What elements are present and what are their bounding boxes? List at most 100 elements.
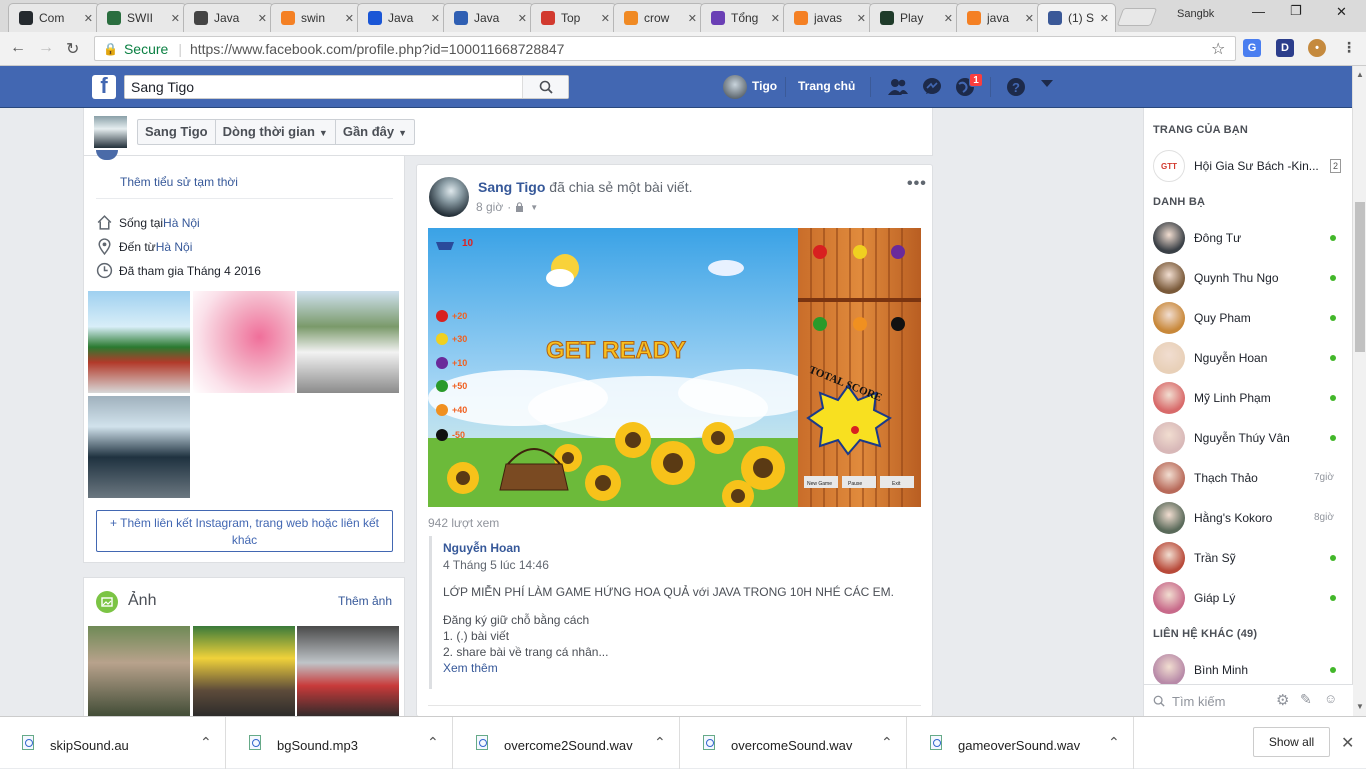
contact-item[interactable]: Mỹ Linh Phạm — [1144, 378, 1353, 418]
fb-search-input[interactable] — [125, 76, 520, 98]
add-instagram-link-button[interactable]: + Thêm liên kết Instagram, trang web hoặ… — [96, 510, 393, 552]
contact-item[interactable]: Thạch Thảo 7giờ — [1144, 458, 1353, 498]
browser-tab[interactable]: Com ✕ — [8, 3, 100, 32]
close-tab-icon[interactable]: ✕ — [171, 12, 180, 25]
close-tab-icon[interactable]: ✕ — [258, 12, 267, 25]
bookmark-star-icon[interactable]: ☆ — [1211, 39, 1225, 59]
close-window-button[interactable]: ✕ — [1336, 4, 1347, 20]
browser-tab[interactable]: Java ✕ — [443, 3, 534, 32]
profile-thumbnail[interactable] — [94, 116, 127, 148]
browser-profile-name[interactable]: Sangbk — [1177, 8, 1214, 20]
chevron-up-icon[interactable]: ⌃ — [881, 734, 893, 751]
browser-tab[interactable]: java ✕ — [956, 3, 1041, 32]
photo-thumb-3[interactable] — [297, 626, 399, 718]
featured-photo-campus[interactable] — [88, 291, 190, 393]
friend-requests-icon[interactable] — [887, 77, 909, 97]
close-tab-icon[interactable]: ✕ — [431, 12, 440, 25]
photo-thumb-2[interactable] — [193, 626, 295, 718]
contact-item[interactable]: Nguyễn Hoan — [1144, 338, 1353, 378]
facebook-logo-icon[interactable]: f — [92, 73, 116, 99]
featured-photo-friends[interactable] — [88, 396, 190, 498]
post-author-avatar[interactable] — [429, 177, 469, 217]
account-menu-icon[interactable] — [1041, 80, 1053, 87]
help-icon[interactable]: ? — [1005, 77, 1027, 97]
featured-photo-roses[interactable] — [193, 291, 295, 393]
close-icon[interactable]: ✕ — [1341, 733, 1354, 753]
new-tab-button[interactable] — [1116, 8, 1158, 26]
contact-item[interactable]: Quynh Thu Ngo — [1144, 258, 1353, 298]
recent-button[interactable]: Gần đây ▼ — [336, 120, 414, 144]
page-scrollbar[interactable]: ▲ ▼ — [1352, 66, 1366, 716]
close-tab-icon[interactable]: ✕ — [857, 12, 866, 25]
chevron-up-icon[interactable]: ⌃ — [1108, 734, 1120, 751]
add-photos-link[interactable]: Thêm ảnh — [338, 594, 392, 608]
download-item[interactable]: overcome2Sound.wav ⌃ — [454, 717, 680, 769]
post-timestamp[interactable]: 8 giờ — [476, 200, 503, 214]
maximize-button[interactable]: ❐ — [1290, 3, 1302, 19]
chevron-down-icon[interactable]: ▼ — [530, 203, 538, 212]
browser-tab[interactable]: crow ✕ — [613, 3, 704, 32]
avatar[interactable] — [723, 75, 747, 99]
featured-photo-group-ceremony[interactable] — [297, 291, 399, 393]
download-item[interactable]: overcomeSound.wav ⌃ — [681, 717, 907, 769]
chevron-up-icon[interactable]: ⌃ — [654, 734, 666, 751]
contact-item[interactable]: Trần Sỹ — [1144, 538, 1353, 578]
close-tab-icon[interactable]: ✕ — [601, 12, 610, 25]
post-options-icon[interactable]: ••• — [907, 175, 927, 193]
contact-item[interactable]: Hằng's Kokoro 8giờ — [1144, 498, 1353, 538]
post-author-link[interactable]: Sang Tigo — [478, 179, 545, 195]
scrollbar-thumb[interactable] — [1355, 202, 1365, 352]
timeline-button[interactable]: Dòng thời gian ▼ — [216, 120, 336, 144]
shared-video-game-screenshot[interactable]: 10 +20 +30 +10 +50 +40 -50 GET READY TOT — [428, 228, 921, 507]
close-tab-icon[interactable]: ✕ — [944, 12, 953, 25]
browser-tab[interactable]: Play ✕ — [869, 3, 960, 32]
browser-tab[interactable]: swin ✕ — [270, 3, 361, 32]
add-temp-bio-link[interactable]: Thêm tiểu sử tạm thời — [120, 175, 238, 189]
contact-item[interactable]: Giáp Lý — [1144, 578, 1353, 618]
back-button[interactable]: ← — [10, 39, 26, 57]
browser-tab[interactable]: SWII ✕ — [96, 3, 187, 32]
browser-menu-icon[interactable]: ⋮ — [1342, 39, 1356, 56]
home-link[interactable]: Trang chủ — [798, 79, 855, 93]
contact-item[interactable]: Đông Tư — [1144, 218, 1353, 258]
minimize-button[interactable]: — — [1252, 4, 1265, 19]
create-group-icon[interactable]: ☺ — [1324, 691, 1337, 706]
profile-name-button[interactable]: Sang Tigo — [138, 120, 216, 144]
page-item[interactable]: G​TT Hội Gia Sư Bách -Kin... 2 — [1144, 146, 1353, 186]
chevron-up-icon[interactable]: ⌃ — [200, 734, 212, 751]
browser-tab[interactable]: javas ✕ — [783, 3, 873, 32]
photo-thumb-1[interactable] — [88, 626, 190, 718]
shared-author-link[interactable]: Nguyễn Hoan — [443, 541, 520, 555]
browser-tab[interactable]: Tổng ✕ — [700, 3, 787, 32]
browser-tab[interactable]: Java ✕ — [183, 3, 274, 32]
d-extension-icon[interactable]: D — [1276, 39, 1294, 57]
contact-item[interactable]: Nguyễn Thúy Vân — [1144, 418, 1353, 458]
see-more-link[interactable]: Xem thêm — [443, 661, 498, 675]
close-tab-icon[interactable]: ✕ — [345, 12, 354, 25]
new-message-icon[interactable]: ✎ — [1300, 691, 1312, 708]
shared-timestamp[interactable]: 4 Tháng 5 lúc 14:46 — [443, 558, 549, 572]
browser-tab[interactable]: (1) S ✕ — [1037, 3, 1116, 32]
close-tab-icon[interactable]: ✕ — [1025, 12, 1034, 25]
browser-tab[interactable]: Top ✕ — [530, 3, 617, 32]
contact-item[interactable]: Quy Pham — [1144, 298, 1353, 338]
chat-search-input[interactable]: Tìm kiếm — [1172, 694, 1225, 709]
cookie-extension-icon[interactable]: • — [1308, 39, 1326, 57]
download-item[interactable]: skipSound.au ⌃ — [0, 717, 226, 769]
address-bar[interactable]: 🔒 Secure | https://www.facebook.com/prof… — [94, 36, 1236, 61]
download-item[interactable]: bgSound.mp3 ⌃ — [227, 717, 453, 769]
profile-link[interactable]: Tigo — [752, 79, 777, 93]
close-tab-icon[interactable]: ✕ — [84, 12, 93, 25]
gear-icon[interactable]: ⚙ — [1276, 691, 1289, 709]
translate-extension-icon[interactable]: G — [1243, 39, 1261, 57]
close-tab-icon[interactable]: ✕ — [1100, 12, 1109, 25]
forward-button[interactable]: → — [38, 39, 54, 57]
show-all-downloads-button[interactable]: Show all — [1253, 727, 1330, 757]
browser-tab[interactable]: Java ✕ — [357, 3, 447, 32]
chevron-up-icon[interactable]: ⌃ — [427, 734, 439, 751]
lives-city-link[interactable]: Hà Nội — [163, 216, 200, 230]
close-tab-icon[interactable]: ✕ — [771, 12, 780, 25]
messenger-icon[interactable] — [921, 77, 943, 97]
download-item[interactable]: gameoverSound.wav ⌃ — [908, 717, 1134, 769]
close-tab-icon[interactable]: ✕ — [518, 12, 527, 25]
